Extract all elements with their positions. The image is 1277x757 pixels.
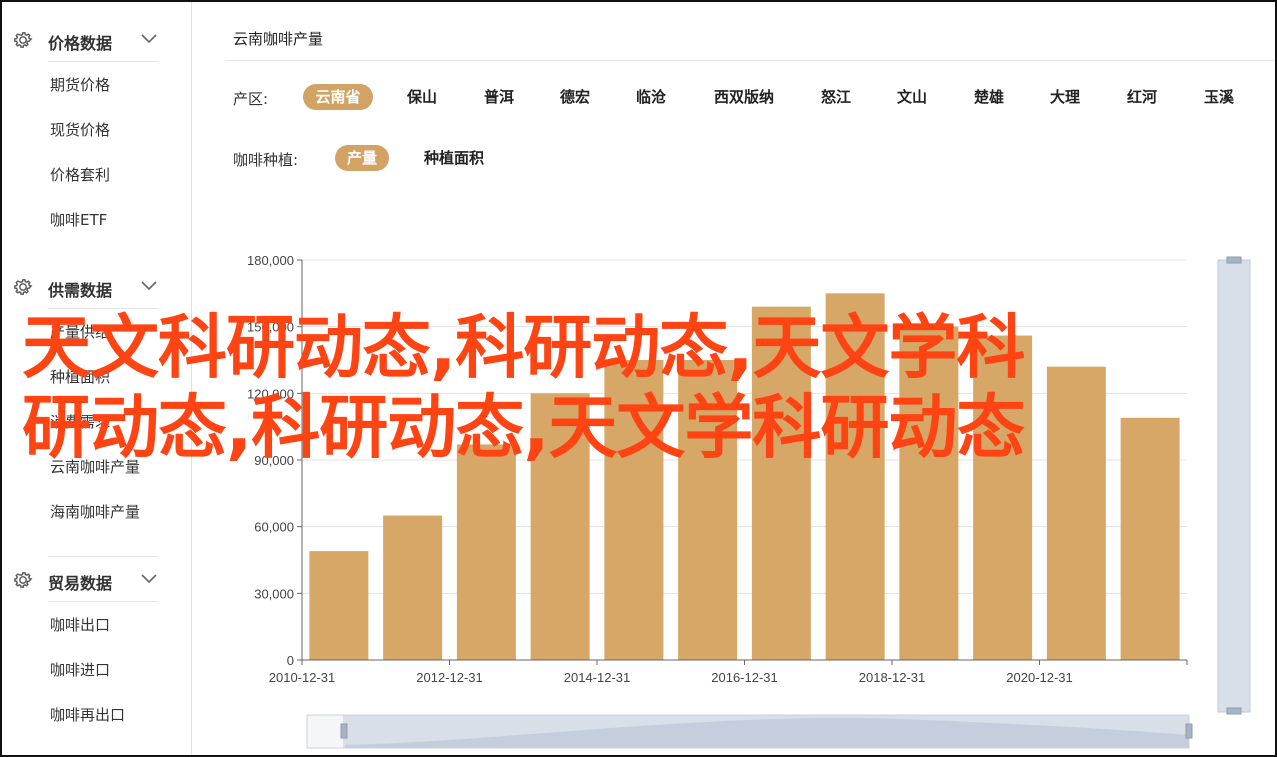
- y-zoom-slider[interactable]: [1217, 256, 1251, 715]
- bar-2012-12-31: [456, 444, 516, 660]
- sidebar-item-spot-price[interactable]: 现货价格: [50, 119, 110, 140]
- sidebar-group-price[interactable]: 价格数据: [2, 17, 192, 61]
- x-zoom-slider[interactable]: [306, 714, 1193, 749]
- overlay-headline: 天文科研动态,科研动态,天文学科 研动态,科研动态,天文学科研动态: [22, 308, 1222, 468]
- gear-icon: [14, 32, 33, 48]
- metric-pill-planting-area[interactable]: 种植面积: [409, 145, 499, 171]
- chevron-down-icon: [141, 574, 157, 584]
- sidebar-group-supply[interactable]: 供需数据: [2, 264, 192, 308]
- gear-icon: [14, 279, 33, 295]
- divider: [48, 61, 158, 62]
- x-tick-label: 2016-12-31: [711, 670, 778, 685]
- region-pill-xishuangbanna[interactable]: 西双版纳: [700, 84, 788, 110]
- region-pill-honghe[interactable]: 红河: [1113, 84, 1171, 110]
- region-pill-wenshan[interactable]: 文山: [883, 84, 941, 110]
- overlay-line-1: 天文科研动态,科研动态,天文学科: [22, 308, 1025, 388]
- metric-pill-output[interactable]: 产量: [335, 145, 389, 171]
- sidebar-item-coffee-import[interactable]: 咖啡进口: [50, 659, 110, 680]
- x-tick-label: 2010-12-31: [269, 670, 336, 685]
- x-zoom-handle-left[interactable]: [340, 723, 348, 739]
- x-tick-label: 2018-12-31: [859, 670, 926, 685]
- y-tick-label: 0: [287, 653, 294, 668]
- gear-icon: [14, 572, 33, 588]
- y-tick-label: 30,000: [254, 586, 294, 601]
- y-zoom-handle-top[interactable]: [1226, 256, 1242, 264]
- region-pill-dali[interactable]: 大理: [1036, 84, 1094, 110]
- sidebar-item-coffee-reexport[interactable]: 咖啡再出口: [50, 704, 125, 725]
- chevron-down-icon: [141, 34, 157, 44]
- sidebar-group-title: 贸易数据: [48, 574, 113, 593]
- sidebar-group-trade[interactable]: 贸易数据: [2, 557, 192, 601]
- sidebar-item-coffee-export[interactable]: 咖啡出口: [50, 614, 110, 635]
- sidebar-group-title: 供需数据: [48, 281, 113, 300]
- y-tick-label: 60,000: [254, 520, 294, 535]
- divider: [225, 60, 1275, 61]
- region-pill-puer[interactable]: 普洱: [470, 84, 528, 110]
- x-tick-label: 2020-12-31: [1006, 670, 1073, 685]
- y-zoom-handle-bottom[interactable]: [1226, 707, 1242, 715]
- region-pill-chuxiong[interactable]: 楚雄: [960, 84, 1018, 110]
- metric-filter-label: 咖啡种植:: [233, 151, 299, 169]
- y-tick-label: 180,000: [247, 253, 294, 268]
- region-filter-label: 产区:: [233, 90, 269, 108]
- region-pill-dehong[interactable]: 德宏: [546, 84, 604, 110]
- sidebar-item-futures-price[interactable]: 期货价格: [50, 74, 110, 95]
- chevron-down-icon: [141, 281, 157, 291]
- sidebar-item-coffee-etf[interactable]: 咖啡ETF: [50, 209, 107, 230]
- divider: [48, 601, 158, 602]
- sidebar-group-title: 价格数据: [48, 34, 113, 53]
- x-zoom-handle-right[interactable]: [1185, 723, 1193, 739]
- bar-2011-12-31: [383, 515, 443, 660]
- sidebar-item-hainan-output[interactable]: 海南咖啡产量: [50, 501, 140, 522]
- overlay-line-2: 研动态,科研动态,天文学科研动态: [22, 388, 1025, 468]
- region-pill-yuxi[interactable]: 玉溪: [1190, 84, 1248, 110]
- x-tick-label: 2012-12-31: [416, 670, 483, 685]
- region-pill-yunnan[interactable]: 云南省: [303, 84, 373, 110]
- page-title: 云南咖啡产量: [233, 30, 324, 48]
- region-pill-baoshan[interactable]: 保山: [393, 84, 451, 110]
- x-zoom-window[interactable]: [343, 715, 1189, 748]
- region-pill-nujiang[interactable]: 怒江: [807, 84, 865, 110]
- bar-2010-12-31: [309, 551, 369, 660]
- sidebar-item-price-arbitrage[interactable]: 价格套利: [50, 164, 110, 185]
- region-pill-lincang[interactable]: 临沧: [622, 84, 680, 110]
- y-zoom-window[interactable]: [1217, 259, 1251, 713]
- x-tick-label: 2014-12-31: [564, 670, 631, 685]
